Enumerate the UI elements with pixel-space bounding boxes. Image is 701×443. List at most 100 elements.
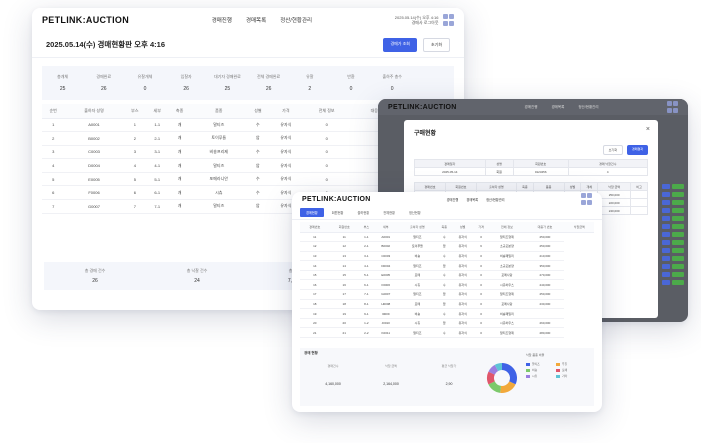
- table-cell: 수: [436, 251, 452, 262]
- nav-item[interactable]: 경매진행: [447, 197, 459, 202]
- table-cell: 유자식: [269, 145, 303, 160]
- table-cell: 18: [329, 299, 359, 310]
- legend-item: 포메: [556, 368, 586, 372]
- tab-item[interactable]: 경매현황: [300, 208, 324, 217]
- summary-stat-value: 2,90: [445, 382, 453, 386]
- table-cell: 유자식: [451, 251, 474, 262]
- stat-label: 대기자 경매완료: [213, 74, 241, 79]
- table-row[interactable]: 12 12 2-1 B0002 토이푸들 암 유자식 6 소규모분양 250,000: [300, 241, 594, 252]
- table-cell: 유자식: [451, 318, 474, 329]
- table-cell: J0010: [373, 318, 398, 329]
- table-cell: 유자식: [451, 299, 474, 310]
- stat-label: 유찰: [306, 74, 314, 79]
- column-header: 출하자 성명: [64, 104, 124, 119]
- table-cell: I0009: [373, 308, 398, 319]
- info-header: 경매일자: [414, 159, 486, 168]
- table-cell: 0: [473, 299, 489, 310]
- table-cell: 토이푸들: [190, 131, 247, 146]
- table-cell: 암: [246, 158, 270, 173]
- table-row[interactable]: 13 13 3-1 C0003 비숑 수 유자식 0 비숑패밀리 210,000: [300, 251, 594, 262]
- tab-item[interactable]: 전체현황: [377, 208, 401, 217]
- table-cell: 말티즈: [190, 118, 247, 133]
- table-row[interactable]: 19 19 9-1 I0009 비숑 수 유자식 0 비숑패밀리: [300, 308, 594, 319]
- table-cell: 15: [329, 270, 359, 281]
- info-header: 경매 낙찰건수: [567, 159, 649, 168]
- modal-result-button[interactable]: 경매결과: [626, 145, 648, 155]
- table-cell: 250,000: [525, 289, 565, 300]
- legend-title: 낙찰 품종 비율: [526, 353, 545, 357]
- tab-item[interactable]: 정산현황: [403, 208, 427, 217]
- table-cell: 암: [246, 199, 270, 214]
- nav-item[interactable]: 경매목록: [246, 16, 266, 24]
- front-header: PETLINK:AUCTION 경매진행 경매목록 정산/현황관리: [292, 192, 602, 206]
- table-cell: 2-2: [358, 327, 374, 339]
- nav-item[interactable]: 정산/현황관리: [486, 197, 504, 202]
- stat-label: 유찰개체: [137, 74, 153, 79]
- nav-item[interactable]: 경매진행: [525, 105, 538, 110]
- table-cell: 18: [300, 299, 330, 310]
- table-cell: 말티즈: [190, 199, 247, 214]
- table-cell: 250,000: [525, 241, 565, 252]
- app-header: PETLINK:AUCTION 경매진행 경매목록 정산/현황관리 2025.05.…: [32, 8, 464, 32]
- reset-button[interactable]: 초기화: [422, 37, 450, 52]
- pie-legend: 말티즈 푸들 비숑 포메 시츄 기타: [526, 362, 586, 378]
- summary-stats: 경매건수 4,160,000 낙찰 금액 2,164,000 평균 낙찰가 2,90: [304, 362, 478, 388]
- table-cell: 시츄: [397, 318, 437, 329]
- table-cell: 3-1: [358, 251, 374, 262]
- table-row[interactable]: 15 15 5-1 E0005 포메 수 유자식 0 포메사랑 270,000: [300, 270, 594, 281]
- table-cell: 350,000: [525, 260, 565, 271]
- table-row[interactable]: 16 16 6-1 F0006 시츄 수 유자식 0 시츄하우스 240,000: [300, 279, 594, 291]
- info-header: 성명: [484, 159, 514, 168]
- table-row[interactable]: 20 20 1-2 J0010 시츄 암 유자식 0 시츄하우스 260,000: [300, 318, 594, 329]
- table-row[interactable]: 21 21 2-2 K0011 말티즈 수 유자식 0 말티즈형제 280,000: [300, 327, 594, 339]
- table-row[interactable]: 11 11 1-1 A0001 말티즈 수 유자식 0 말티즈형제 250,000: [300, 232, 594, 243]
- summary-value: 26: [92, 278, 98, 284]
- table-cell: 유자식: [451, 289, 474, 300]
- column-header: 부스: [358, 222, 374, 233]
- modal-info-table: 경매일자 성명 회원번호 경매 낙찰건수 2025-05-14 회원 0123456 4: [414, 159, 649, 176]
- nav-item[interactable]: 정산/현황관리: [280, 16, 312, 24]
- front-apps-grid-icon[interactable]: [580, 193, 592, 205]
- summary-stat-label: 경매건수: [327, 364, 339, 368]
- table-cell: 포메사랑: [488, 270, 526, 281]
- table-cell: 0: [302, 131, 351, 146]
- table-row[interactable]: 18 18 8-1 H0008 포메 암 유자식 0 포메사랑 230,000: [300, 299, 594, 310]
- table-cell: 시츄하우스: [488, 279, 526, 291]
- nav-item[interactable]: 경매목록: [551, 105, 564, 110]
- table-cell: 2-1: [146, 131, 169, 146]
- stat-value: 0: [390, 86, 394, 92]
- table-cell: 5-1: [146, 172, 169, 187]
- legend-item: 푸들: [556, 362, 586, 366]
- tab-item[interactable]: 출하현황: [351, 208, 375, 217]
- info-value: 회원: [484, 167, 514, 176]
- summary-stat-label: 평균 낙찰가: [441, 364, 457, 368]
- table-cell: F0006: [64, 185, 124, 201]
- table-cell: 7-1: [358, 289, 374, 300]
- dark-apps-grid-icon[interactable]: [666, 101, 678, 113]
- date-title: 2025.05.14(수) 경매현황판 오후 4:16: [46, 40, 165, 49]
- table-row[interactable]: 17 17 7-1 G0007 말티즈 암 유자식 0 말티즈형제 250,000: [300, 289, 594, 300]
- pie-slice: [502, 363, 517, 385]
- nav-item[interactable]: 정산/현황관리: [578, 105, 598, 110]
- table-cell: 19: [329, 308, 359, 319]
- table-cell: 0: [473, 327, 489, 339]
- table-cell: 5: [42, 172, 65, 187]
- tab-item[interactable]: 회원현황: [326, 208, 350, 217]
- table-cell: 1-2: [358, 318, 374, 329]
- close-icon[interactable]: ×: [646, 126, 650, 133]
- search-button[interactable]: 경매가 조회: [383, 37, 417, 52]
- table-cell: C0003: [373, 251, 398, 262]
- table-row[interactable]: 14 14 4-1 D0004 말티즈 암 유자식 0 소규모분양 350,000: [300, 260, 594, 271]
- table-cell: 비숑프리제: [190, 145, 247, 160]
- table-cell: 20: [300, 318, 330, 329]
- table-cell: 16: [329, 279, 359, 291]
- nav-item[interactable]: 경매진행: [212, 16, 232, 24]
- table-cell: 6: [123, 185, 147, 201]
- apps-grid-icon[interactable]: [442, 14, 454, 26]
- modal-reset-button[interactable]: 초기화: [602, 145, 623, 155]
- table-cell: 포메: [397, 270, 437, 281]
- table-cell: 4: [123, 158, 147, 173]
- table-cell: 수: [436, 308, 452, 319]
- stat-value: 25: [59, 86, 66, 92]
- nav-item[interactable]: 경매목록: [466, 197, 478, 202]
